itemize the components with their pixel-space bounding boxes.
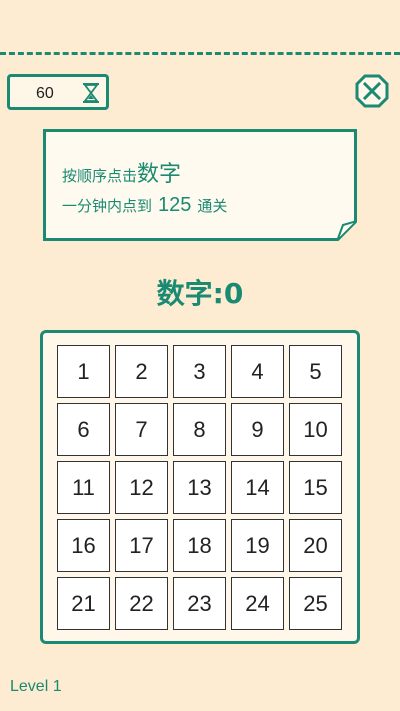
number-cell[interactable]: 13 (173, 461, 226, 514)
number-cell[interactable]: 23 (173, 577, 226, 630)
number-cell[interactable]: 9 (231, 403, 284, 456)
instruction-panel: 按顺序点击数字 一分钟内点到 125 通关 (43, 129, 357, 241)
page-fold-icon (337, 221, 357, 241)
target-number: 125 (158, 194, 192, 216)
number-cell[interactable]: 5 (289, 345, 342, 398)
number-cell[interactable]: 20 (289, 519, 342, 572)
hourglass-icon (83, 83, 99, 103)
level-label: Level 1 (10, 678, 62, 695)
instruction-line-2-prefix: 一分钟内点到 (62, 197, 153, 215)
number-cell[interactable]: 12 (115, 461, 168, 514)
number-cell[interactable]: 21 (57, 577, 110, 630)
number-cell[interactable]: 18 (173, 519, 226, 572)
number-cell[interactable]: 4 (231, 345, 284, 398)
timer-value: 60 (36, 85, 54, 102)
number-cell[interactable]: 15 (289, 461, 342, 514)
instruction-line-2-suffix: 通关 (197, 197, 228, 215)
number-cell[interactable]: 1 (57, 345, 110, 398)
number-grid: 1 2 3 4 5 6 7 8 9 10 11 12 13 14 15 16 1… (57, 345, 342, 630)
number-cell[interactable]: 11 (57, 461, 110, 514)
top-dashed-divider (0, 52, 400, 55)
number-cell[interactable]: 24 (231, 577, 284, 630)
score-display: 数字:0 (156, 277, 244, 310)
number-cell[interactable]: 8 (173, 403, 226, 456)
instruction-line-2: 一分钟内点到 125 通关 (62, 194, 227, 217)
number-cell[interactable]: 16 (57, 519, 110, 572)
instruction-line-1-prefix: 按顺序点击 (62, 167, 138, 185)
number-cell[interactable]: 6 (57, 403, 110, 456)
number-cell[interactable]: 10 (289, 403, 342, 456)
close-button[interactable] (354, 73, 390, 109)
number-cell[interactable]: 2 (115, 345, 168, 398)
number-cell[interactable]: 22 (115, 577, 168, 630)
number-cell[interactable]: 14 (231, 461, 284, 514)
number-cell[interactable]: 17 (115, 519, 168, 572)
number-cell[interactable]: 25 (289, 577, 342, 630)
number-cell[interactable]: 19 (231, 519, 284, 572)
instruction-line-1-emphasis: 数字 (137, 162, 182, 187)
instruction-line-1: 按顺序点击数字 (62, 156, 181, 188)
timer-box: 60 (7, 74, 109, 110)
number-grid-frame: 1 2 3 4 5 6 7 8 9 10 11 12 13 14 15 16 1… (40, 330, 360, 644)
number-cell[interactable]: 7 (115, 403, 168, 456)
number-cell[interactable]: 3 (173, 345, 226, 398)
